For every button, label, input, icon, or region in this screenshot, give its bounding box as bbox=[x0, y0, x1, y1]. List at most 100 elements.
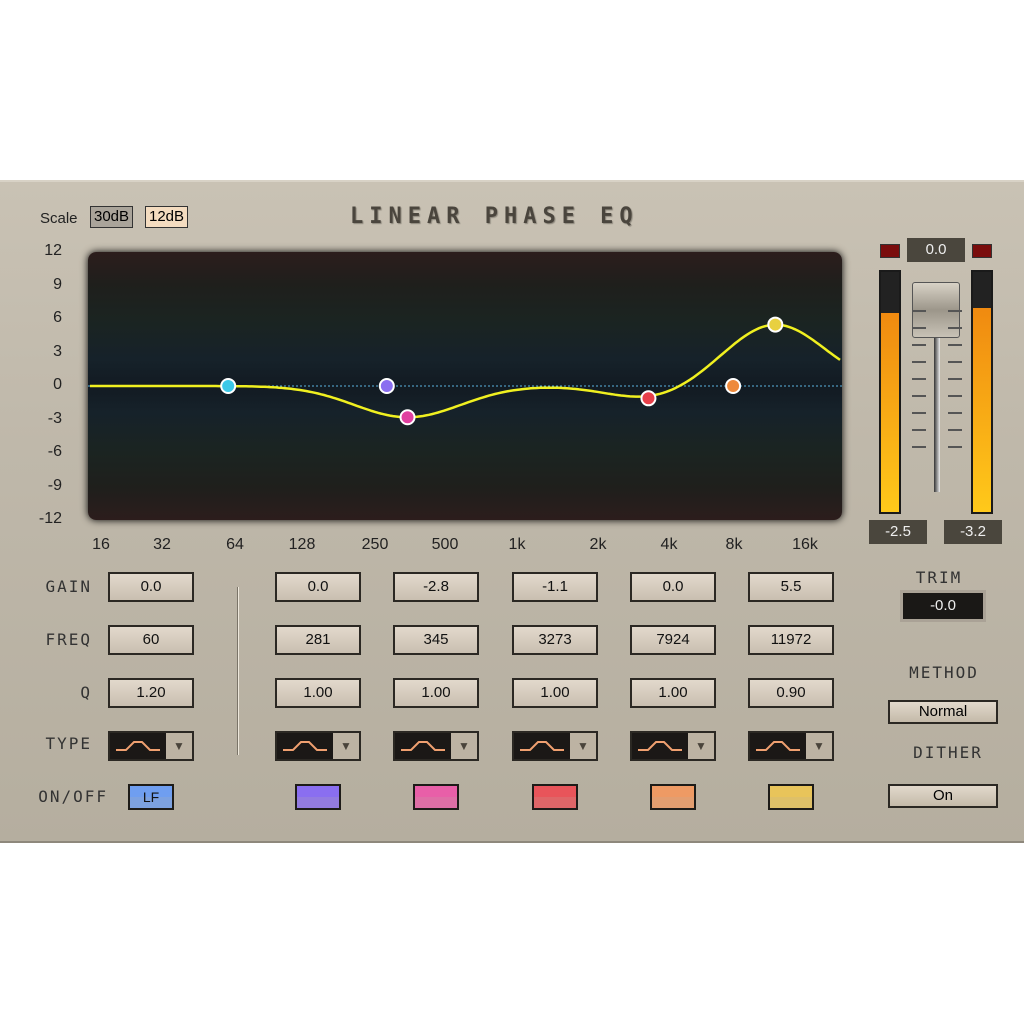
gain-field-band-3[interactable]: -2.8 bbox=[393, 572, 479, 602]
q-field-band-3[interactable]: 1.00 bbox=[393, 678, 479, 708]
dropdown-arrow-icon[interactable]: ▼ bbox=[570, 733, 596, 759]
fader-tick bbox=[912, 378, 926, 380]
freq-field-band-3[interactable]: 345 bbox=[393, 625, 479, 655]
fader-tick bbox=[912, 310, 926, 312]
row-label-type: TYPE bbox=[45, 734, 92, 753]
fader-tick bbox=[948, 327, 962, 329]
fader-tick bbox=[948, 378, 962, 380]
freq-field-band-5[interactable]: 7924 bbox=[630, 625, 716, 655]
q-field-band-1[interactable]: 1.20 bbox=[108, 678, 194, 708]
band-node-2[interactable] bbox=[378, 378, 395, 394]
dither-button[interactable]: On bbox=[888, 784, 998, 808]
bell-filter-icon bbox=[514, 733, 570, 759]
gain-field-band-2[interactable]: 0.0 bbox=[275, 572, 361, 602]
x-tick-label: 16k bbox=[792, 536, 818, 553]
onoff-toggle-band-1[interactable]: LF bbox=[128, 784, 174, 810]
row-label-q: Q bbox=[80, 683, 92, 702]
dropdown-arrow-icon[interactable]: ▼ bbox=[806, 733, 832, 759]
divider bbox=[237, 587, 239, 755]
bell-filter-icon bbox=[277, 733, 333, 759]
plugin-title: LINEAR PHASE EQ bbox=[350, 204, 639, 229]
q-field-band-5[interactable]: 1.00 bbox=[630, 678, 716, 708]
y-tick-label: -12 bbox=[38, 510, 62, 527]
freq-field-band-1[interactable]: 60 bbox=[108, 625, 194, 655]
y-tick-label: 0 bbox=[53, 376, 62, 393]
type-select-band-4[interactable]: ▼ bbox=[512, 731, 598, 761]
onoff-toggle-band-5[interactable] bbox=[650, 784, 696, 810]
gain-field-band-6[interactable]: 5.5 bbox=[748, 572, 834, 602]
x-tick-label: 32 bbox=[153, 536, 171, 553]
gain-field-band-1[interactable]: 0.0 bbox=[108, 572, 194, 602]
type-select-band-3[interactable]: ▼ bbox=[393, 731, 479, 761]
x-tick-label: 500 bbox=[431, 536, 459, 553]
level-meter-left bbox=[879, 270, 901, 514]
freq-field-band-2[interactable]: 281 bbox=[275, 625, 361, 655]
y-tick-label: -9 bbox=[47, 476, 62, 494]
dropdown-arrow-icon[interactable]: ▼ bbox=[333, 733, 359, 759]
onoff-toggle-band-4[interactable] bbox=[532, 784, 578, 810]
row-label-freq: FREQ bbox=[45, 630, 92, 649]
onoff-toggle-band-3[interactable] bbox=[413, 784, 459, 810]
band-node-6[interactable] bbox=[767, 316, 784, 333]
x-tick-label: 1k bbox=[508, 536, 526, 553]
fader-tick bbox=[912, 327, 926, 329]
fader-tick bbox=[912, 361, 926, 363]
q-field-band-6[interactable]: 0.90 bbox=[748, 678, 834, 708]
y-tick-label: 12 bbox=[44, 242, 62, 259]
type-select-band-5[interactable]: ▼ bbox=[630, 731, 716, 761]
onoff-toggle-band-2[interactable] bbox=[295, 784, 341, 810]
type-select-band-2[interactable]: ▼ bbox=[275, 731, 361, 761]
q-field-band-4[interactable]: 1.00 bbox=[512, 678, 598, 708]
trim-input[interactable]: -0.0 bbox=[900, 590, 986, 622]
y-tick-label: 6 bbox=[53, 309, 62, 326]
method-select[interactable]: Normal bbox=[888, 700, 998, 724]
fader-tick bbox=[948, 446, 962, 448]
x-tick-label: 4k bbox=[660, 536, 678, 553]
x-tick-label: 250 bbox=[361, 536, 389, 553]
y-tick-label: 9 bbox=[53, 275, 62, 293]
x-tick-label: 8k bbox=[725, 536, 743, 553]
y-tick-label: -3 bbox=[47, 409, 62, 427]
clip-led-right bbox=[972, 244, 992, 258]
q-field-band-2[interactable]: 1.00 bbox=[275, 678, 361, 708]
type-select-band-1[interactable]: ▼ bbox=[108, 731, 194, 761]
dither-label: DITHER bbox=[913, 743, 983, 762]
fader-tick bbox=[912, 446, 926, 448]
dropdown-arrow-icon[interactable]: ▼ bbox=[688, 733, 714, 759]
eq-curve-display[interactable] bbox=[88, 252, 842, 520]
band-node-1[interactable] bbox=[220, 378, 237, 394]
fader-tick bbox=[948, 361, 962, 363]
x-tick-label: 2k bbox=[589, 536, 607, 553]
fader-tick bbox=[912, 429, 926, 431]
band-node-5[interactable] bbox=[725, 378, 742, 394]
y-tick-label: 3 bbox=[53, 342, 62, 360]
band-node-4[interactable] bbox=[640, 390, 657, 407]
fader-tick bbox=[948, 412, 962, 414]
scale-12db-button[interactable]: 12dB bbox=[145, 206, 189, 228]
gain-field-band-4[interactable]: -1.1 bbox=[512, 572, 598, 602]
trim-label: TRIM bbox=[915, 568, 963, 587]
y-tick-label: -6 bbox=[47, 443, 62, 460]
eq-response-curve bbox=[90, 323, 841, 419]
fader-tick bbox=[948, 310, 962, 312]
type-select-band-6[interactable]: ▼ bbox=[748, 731, 834, 761]
eq-graph[interactable] bbox=[88, 252, 842, 520]
gain-field-band-5[interactable]: 0.0 bbox=[630, 572, 716, 602]
fader-tick bbox=[948, 395, 962, 397]
row-label-onoff: ON/OFF bbox=[38, 787, 108, 806]
onoff-toggle-band-6[interactable] bbox=[768, 784, 814, 810]
bell-filter-icon bbox=[632, 733, 688, 759]
level-meter-right bbox=[971, 270, 993, 514]
dropdown-arrow-icon[interactable]: ▼ bbox=[451, 733, 477, 759]
dropdown-arrow-icon[interactable]: ▼ bbox=[166, 733, 192, 759]
fader-tick bbox=[912, 412, 926, 414]
fader-tick bbox=[912, 344, 926, 346]
right-level-readout: -3.2 bbox=[944, 520, 1002, 544]
row-label-gain: GAIN bbox=[45, 577, 92, 596]
freq-field-band-4[interactable]: 3273 bbox=[512, 625, 598, 655]
scale-30db-button[interactable]: 30dB bbox=[90, 206, 134, 228]
band-node-3[interactable] bbox=[399, 409, 416, 426]
freq-field-band-6[interactable]: 11972 bbox=[748, 625, 834, 655]
bell-filter-icon bbox=[395, 733, 451, 759]
left-level-readout: -2.5 bbox=[869, 520, 927, 544]
